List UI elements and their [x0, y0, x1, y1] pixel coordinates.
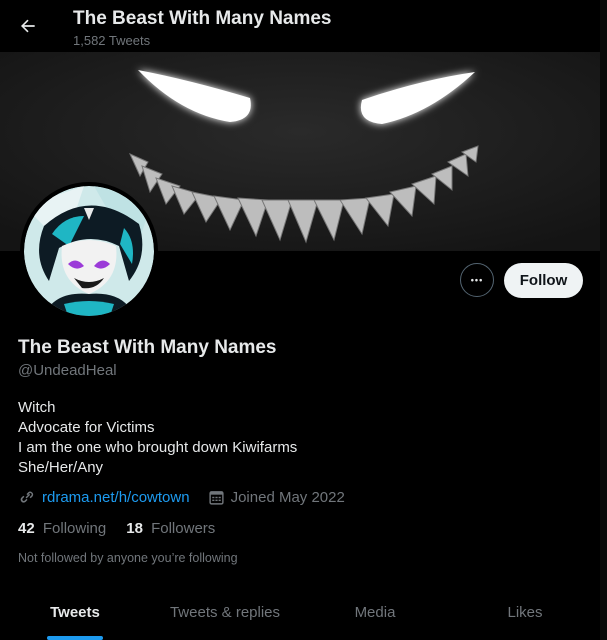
- more-options-button[interactable]: •••: [460, 263, 494, 297]
- tab-label: Tweets: [50, 604, 100, 621]
- not-followed-notice: Not followed by anyone you’re following: [18, 551, 238, 565]
- top-bar: The Beast With Many Names 1,582 Tweets: [0, 0, 607, 52]
- followers-label: Followers: [151, 520, 216, 537]
- bio-line: She/Her/Any: [18, 459, 104, 476]
- ellipsis-icon: •••: [470, 275, 484, 285]
- back-button[interactable]: [14, 12, 42, 40]
- scrollbar-track[interactable]: [600, 0, 607, 640]
- profile-tabs: Tweets Tweets & replies Media Likes: [0, 590, 600, 640]
- tab-tweets-replies[interactable]: Tweets & replies: [150, 590, 300, 640]
- calendar-icon: [208, 490, 224, 505]
- website-link[interactable]: rdrama.net/h/cowtown: [42, 489, 190, 506]
- avatar-art: [24, 186, 154, 316]
- tab-label: Media: [354, 604, 396, 621]
- profile-handle: @UndeadHeal: [18, 362, 117, 379]
- arrow-left-icon: [21, 19, 35, 33]
- profile-meta: rdrama.net/h/cowtown Joined May 2022: [18, 488, 345, 506]
- tweet-count: 1,582 Tweets: [73, 33, 151, 48]
- following-count: 42: [18, 520, 35, 537]
- header-title: The Beast With Many Names: [73, 8, 332, 29]
- profile-bio: Witch Advocate for Victims I am the one …: [18, 398, 297, 478]
- follow-counts: 42 Following 18 Followers: [18, 520, 235, 537]
- following-label: Following: [42, 520, 107, 537]
- tab-likes[interactable]: Likes: [450, 590, 600, 640]
- active-tab-indicator: [47, 636, 103, 640]
- followers-link[interactable]: 18 Followers: [126, 520, 215, 537]
- follow-button[interactable]: Follow: [504, 263, 583, 298]
- tab-label: Likes: [507, 604, 543, 621]
- following-link[interactable]: 42 Following: [18, 520, 106, 537]
- joined-date: Joined May 2022: [230, 488, 345, 506]
- profile-name: The Beast With Many Names: [18, 337, 277, 358]
- bio-line: I am the one who brought down Kiwifarms: [18, 439, 298, 456]
- tab-label: Tweets & replies: [169, 604, 281, 621]
- tab-tweets[interactable]: Tweets: [0, 590, 150, 640]
- tab-media[interactable]: Media: [300, 590, 450, 640]
- bio-line: Advocate for Victims: [18, 419, 155, 436]
- link-icon: [20, 491, 34, 503]
- bio-line: Witch: [18, 399, 56, 416]
- followers-count: 18: [126, 520, 143, 537]
- avatar[interactable]: [20, 182, 158, 320]
